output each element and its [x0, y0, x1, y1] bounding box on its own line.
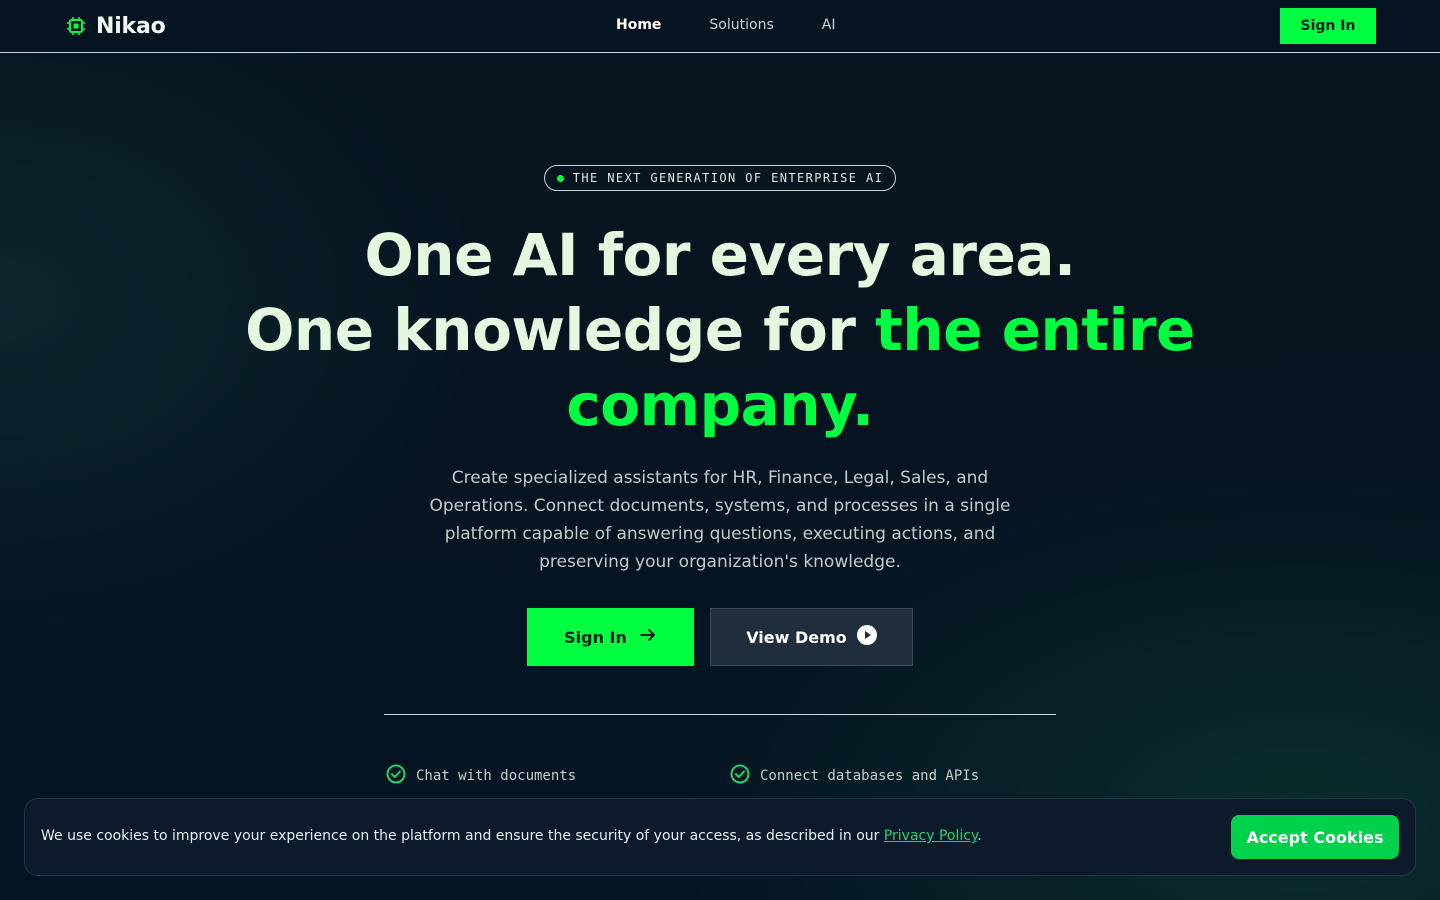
- headline-line-2: One knowledge for: [245, 296, 876, 364]
- brand-name: Nikao: [96, 13, 166, 39]
- cookie-text-end: .: [977, 828, 982, 844]
- feature-label: Connect databases and APIs: [760, 768, 980, 784]
- accept-cookies-button[interactable]: Accept Cookies: [1231, 815, 1399, 859]
- nav-item-home[interactable]: Home: [616, 17, 661, 33]
- nav-item-ai[interactable]: AI: [822, 17, 836, 33]
- section-divider: [384, 714, 1056, 715]
- feature-item: Connect databases and APIs: [730, 764, 979, 788]
- chip-icon: [66, 16, 86, 36]
- hero-description: Create specialized assistants for HR, Fi…: [429, 468, 1011, 572]
- header-sign-in-button[interactable]: Sign In: [1280, 8, 1376, 44]
- hero-sign-in-button[interactable]: Sign In: [527, 608, 694, 666]
- feature-item: Chat with documents: [386, 764, 576, 788]
- hero-badge-label: THE NEXT GENERATION OF ENTERPRISE AI: [572, 171, 884, 185]
- check-circle-icon: [386, 764, 406, 788]
- brand[interactable]: Nikao: [66, 12, 166, 40]
- hero-sign-in-label: Sign In: [564, 627, 627, 647]
- cookie-text-main: We use cookies to improve your experienc…: [41, 828, 884, 844]
- hero-headline: One AI for every area. One knowledge for…: [220, 218, 1220, 443]
- nav-item-solutions[interactable]: Solutions: [709, 17, 773, 33]
- hero-badge: THE NEXT GENERATION OF ENTERPRISE AI: [544, 165, 896, 191]
- main-nav: Home Solutions AI: [616, 17, 835, 33]
- check-circle-icon: [730, 764, 750, 788]
- view-demo-label: View Demo: [746, 627, 847, 647]
- cookie-text: We use cookies to improve your experienc…: [41, 828, 1141, 844]
- headline-line-1: One AI for every area.: [364, 221, 1077, 289]
- feature-label: Chat with documents: [416, 768, 577, 784]
- arrow-right-icon: [639, 626, 657, 648]
- play-circle-icon: [856, 625, 877, 649]
- view-demo-button[interactable]: View Demo: [710, 608, 913, 666]
- privacy-policy-link[interactable]: Privacy Policy: [884, 828, 977, 844]
- site-header: Nikao Home Solutions AI Sign In: [0, 0, 1440, 53]
- cookie-banner: We use cookies to improve your experienc…: [24, 798, 1416, 876]
- feature-list: Chat with documents Connect databases an…: [386, 764, 1026, 786]
- status-dot-icon: [556, 174, 564, 182]
